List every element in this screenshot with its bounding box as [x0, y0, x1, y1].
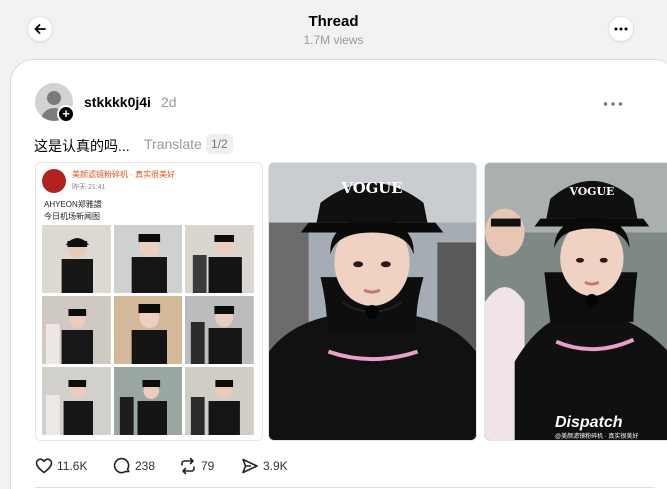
- follow-plus-icon[interactable]: +: [57, 105, 75, 123]
- repost-count: 79: [201, 459, 215, 473]
- grid-photo: [42, 296, 111, 364]
- more-horizontal-icon: [614, 27, 628, 31]
- media-page-indicator: 1/2: [206, 134, 233, 154]
- post-more-button[interactable]: [603, 93, 623, 111]
- post-timestamp: 2d: [161, 94, 177, 110]
- airport-photo: VOGUE: [269, 163, 476, 440]
- reply-button[interactable]: 238: [113, 457, 155, 475]
- post-card: + stkkkk0j4i 2d 这是认真的吗... Translate 1/2 …: [10, 59, 667, 489]
- embedded-text-line1: AHYEON郑雅譞: [44, 200, 102, 209]
- page-title: Thread: [308, 13, 359, 30]
- media-image-2[interactable]: VOGUE: [268, 162, 477, 441]
- grid-photo: [113, 367, 183, 435]
- divider: [35, 487, 655, 488]
- post-text: 这是认真的吗...: [34, 138, 130, 154]
- share-button[interactable]: 3.9K: [241, 457, 288, 475]
- embedded-account-name: 美颜滤镜粉碎机 · 真实很美好: [72, 170, 176, 179]
- grid-photo: [113, 225, 183, 293]
- grid-photo: [42, 367, 111, 435]
- header-title-group: Thread 1.7M views: [0, 13, 667, 47]
- media-image-1[interactable]: 美颜滤镜粉碎机 · 真实很美好 昨天 21:41 AHYEON郑雅譞 今日机场新…: [35, 162, 263, 441]
- cap-brand-text: VOGUE: [568, 185, 614, 198]
- like-count: 11.6K: [57, 459, 88, 473]
- embedded-avatar: [42, 169, 66, 193]
- grid-photo: [113, 296, 183, 364]
- embedded-post-header: 美颜滤镜粉碎机 · 真实很美好 昨天 21:41: [42, 169, 256, 197]
- grid-photo: [185, 225, 254, 293]
- photo-watermark-sub: @美颜滤镜粉碎机 · 真实很美好: [555, 434, 639, 440]
- comment-icon: [113, 457, 130, 474]
- repost-icon: [181, 457, 195, 475]
- top-bar: Thread 1.7M views: [0, 0, 667, 58]
- like-button[interactable]: 11.6K: [35, 457, 87, 475]
- reply-count: 238: [135, 459, 156, 473]
- more-horizontal-icon: [603, 102, 623, 106]
- media-image-3[interactable]: VOGUE Dispatch @美颜滤镜粉碎机 · 真实很美好: [484, 162, 667, 441]
- share-count: 3.9K: [263, 459, 288, 473]
- repost-button[interactable]: 79: [179, 457, 214, 475]
- grid-photo: [42, 225, 111, 293]
- view-count: 1.7M views: [303, 33, 364, 47]
- translate-link[interactable]: Translate: [144, 136, 202, 152]
- cap-brand-text: VOGUE: [340, 179, 402, 197]
- grid-photo: [185, 367, 254, 435]
- airport-photo: VOGUE: [485, 163, 667, 440]
- heart-icon: [35, 458, 53, 474]
- photo-watermark: Dispatch: [555, 414, 623, 431]
- more-options-button[interactable]: [608, 16, 634, 42]
- send-icon: [242, 458, 258, 474]
- embedded-time: 昨天 21:41: [72, 184, 106, 191]
- grid-photo: [185, 296, 254, 364]
- photo-grid: [42, 225, 254, 435]
- embedded-text-line2: 今日机场新闻图: [44, 212, 100, 221]
- username[interactable]: stkkkk0j4i: [84, 94, 151, 110]
